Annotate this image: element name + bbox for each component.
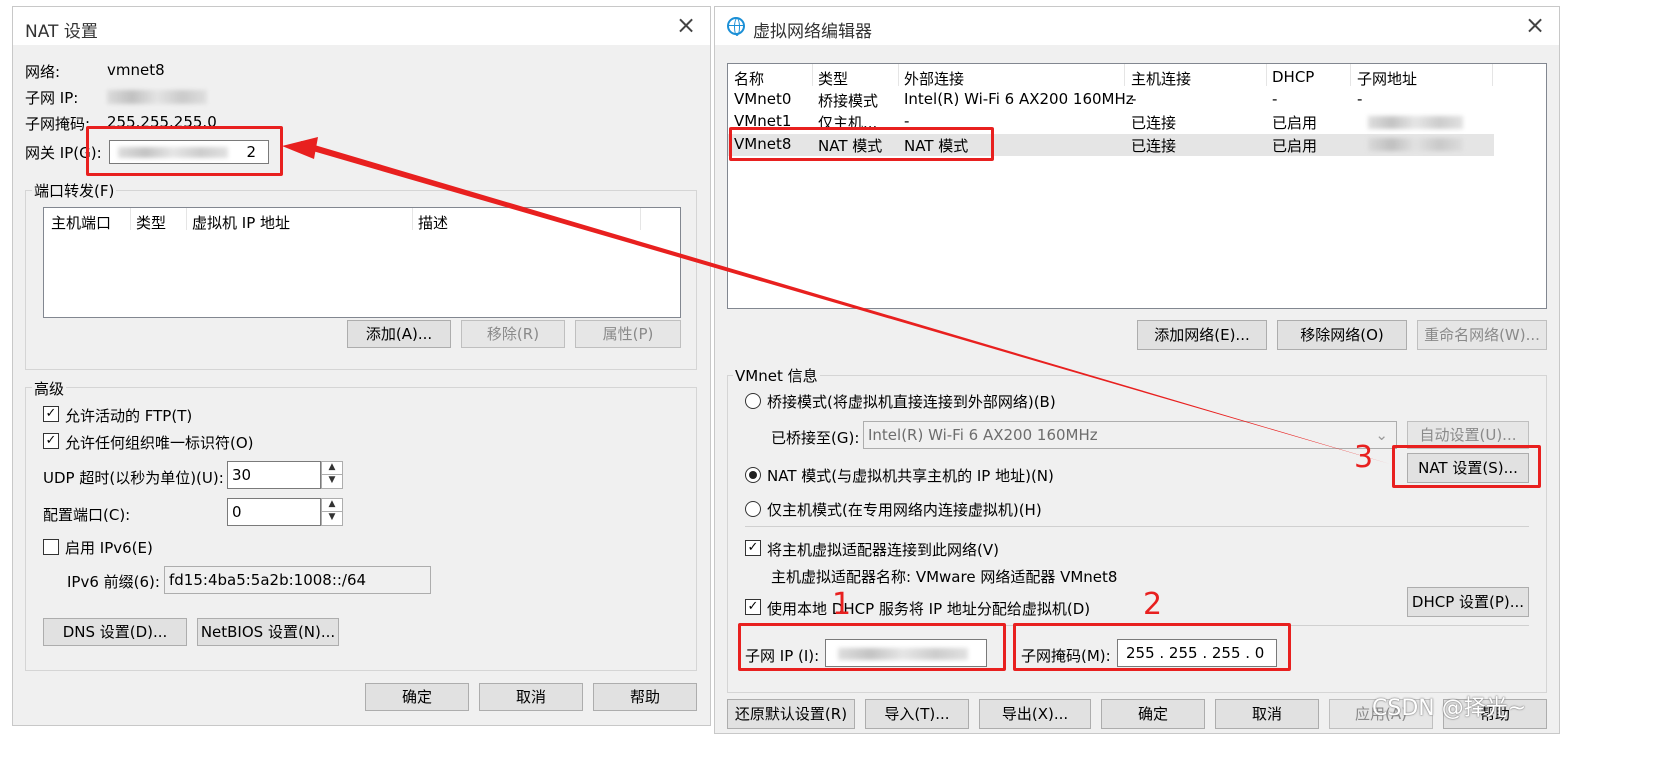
watermark-text: CSDN @择光~ — [1372, 696, 1527, 721]
arrow-head — [282, 137, 318, 159]
annotation-arrow — [282, 137, 1390, 464]
arrow-shaft — [299, 141, 1390, 464]
